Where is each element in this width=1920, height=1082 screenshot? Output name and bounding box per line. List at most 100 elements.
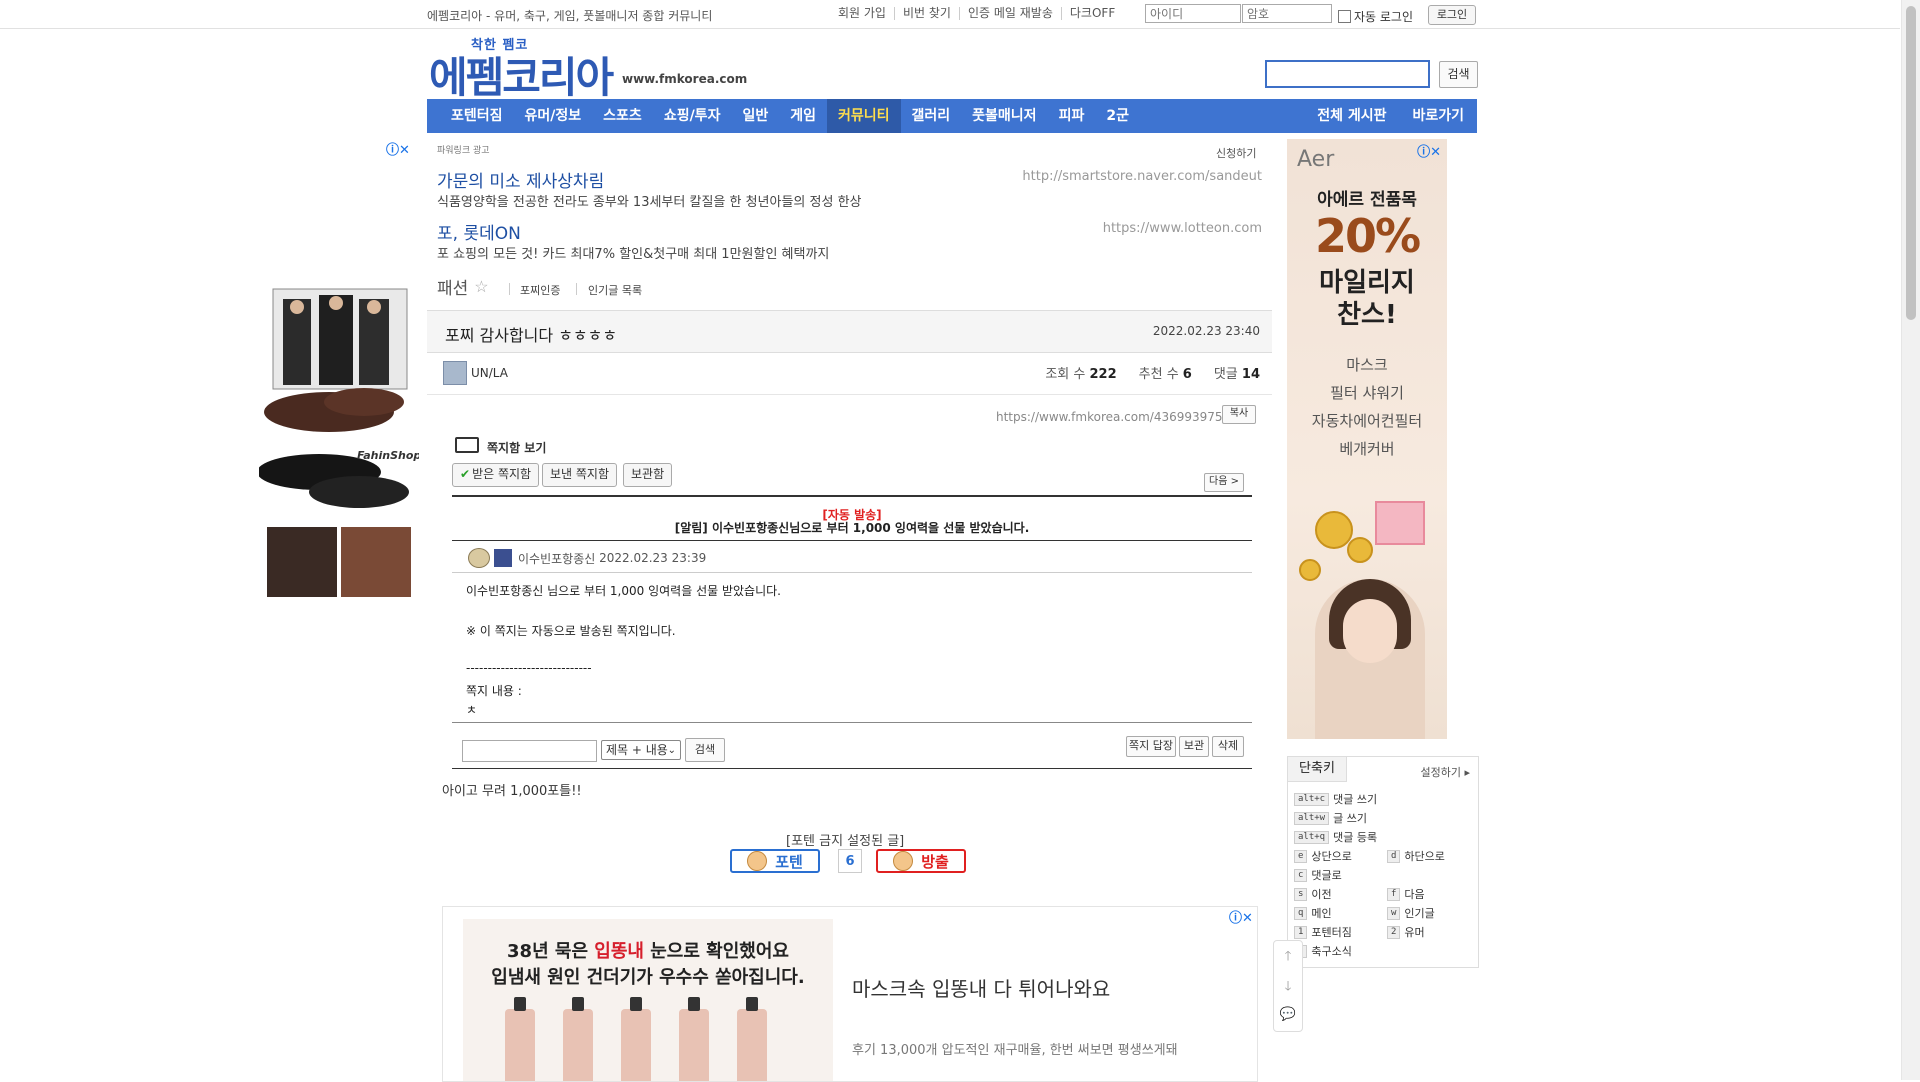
delete-mail-button[interactable]: 삭제 [1212, 736, 1244, 757]
right-banner-ad[interactable]: Aer ⓘ✕ 아에르 전품목 20% 마일리지 찬스! 마스크 필터 샤워기 자동… [1287, 139, 1447, 739]
ad-brand: Aer [1297, 147, 1335, 172]
shortcut-item: f 다음 [1387, 886, 1425, 902]
sender-level-icon [468, 548, 490, 568]
shortcut-item: d 하단으로 [1387, 848, 1445, 864]
page-scrollbar[interactable] [1901, 0, 1920, 1080]
views-stat: 조회 수 222 [1045, 363, 1116, 382]
mail-subject: [알림] 이수빈포항종신님으로 부터 1,000 잉여력을 선물 받았습니다. [674, 521, 1030, 535]
tab-sent-mail[interactable]: 보낸 쪽지함 [542, 463, 618, 487]
ad-info-icon[interactable]: ⓘ✕ [1229, 907, 1253, 926]
nav-item-second-team[interactable]: 2군 [1095, 99, 1140, 133]
release-vote-button[interactable]: 방출 [876, 849, 966, 873]
shortcut-item: w 인기글 [1387, 905, 1435, 921]
login-password-input[interactable] [1242, 4, 1332, 23]
arrow-down-icon[interactable]: 🡓 [1274, 977, 1302, 999]
right-ad-line2: 마일리지 찬스! [1319, 268, 1415, 330]
nav-item-sports[interactable]: 스포츠 [592, 99, 653, 133]
next-mail-button[interactable]: 다음 > [1204, 473, 1244, 492]
resend-auth-mail-link[interactable]: 인증 메일 재발송 [960, 7, 1062, 20]
comments-stat: 댓글 14 [1214, 363, 1260, 382]
comment-icon[interactable]: 💬 [1274, 1007, 1302, 1022]
copy-link-button[interactable]: 복사 [1222, 405, 1256, 424]
reply-mail-button[interactable]: 쪽지 답장 [1126, 736, 1176, 757]
ad-apply-link[interactable]: 신청하기 [1216, 145, 1256, 161]
board-link-popular[interactable]: 인기글 목록 [588, 282, 642, 298]
tab-received-mail[interactable]: ✔ 받은 쪽지함 [452, 463, 540, 487]
dark-mode-toggle[interactable]: 다크OFF [1062, 7, 1123, 20]
coin-icon [1347, 537, 1373, 563]
nav-item-humor[interactable]: 유머/정보 [514, 99, 593, 133]
envelope-icon [455, 437, 479, 453]
shortcuts-settings-link[interactable]: 설정하기 ▸ [1420, 764, 1470, 780]
nav-item-fifa[interactable]: 피파 [1048, 99, 1096, 133]
poten-label: 포텐 [775, 853, 803, 871]
text-ad-url[interactable]: http://smartstore.naver.com/sandeut [1000, 169, 1262, 184]
top-bar: 에펨코리아 - 유머, 축구, 게임, 풋볼매니저 종합 커뮤니티 회원 가입 … [0, 0, 1900, 29]
find-password-link[interactable]: 비번 찾기 [895, 7, 960, 20]
shortcut-item: alt+c 댓글 쓰기 [1294, 791, 1377, 807]
text-ad-url[interactable]: https://www.lotteon.com [1000, 221, 1262, 236]
nav-item-community[interactable]: 커뮤니티 [826, 99, 901, 133]
mail-body-line: ㅊ [466, 703, 478, 717]
bottom-ad-desc: 후기 13,000개 압도적인 재구매율, 한번 써보면 평생쓰게돼 [852, 1043, 1178, 1058]
shortcuts-title[interactable]: 단축키 [1288, 757, 1347, 782]
nav-item-game[interactable]: 게임 [779, 99, 827, 133]
bottom-banner-ad[interactable]: ⓘ✕ 38년 묵은 입똥내 눈으로 확인했어요 입냄새 원인 건더기가 우수수 … [442, 906, 1258, 1082]
mail-search-input[interactable] [462, 740, 597, 762]
board-name[interactable]: 패션 ☆ [437, 274, 489, 299]
checkbox-box[interactable] [1338, 10, 1351, 23]
nav-item-all-boards[interactable]: 전체 게시판 [1304, 99, 1399, 133]
login-id-input[interactable] [1145, 4, 1241, 23]
text-ad-title[interactable]: 포, 롯데ON [437, 219, 521, 244]
author-avatar[interactable] [443, 361, 467, 385]
bottom-ad-headline[interactable]: 마스크속 입똥내 다 튀어나와요 [852, 973, 1110, 1002]
text-ad-title[interactable]: 가문의 미소 제사상차림 [437, 167, 604, 192]
login-button[interactable]: 로그인 [1428, 5, 1476, 25]
mail-body-line: ※ 이 쪽지는 자동으로 발송된 쪽지입니다. [466, 624, 676, 638]
search-field-select[interactable]: 제목 + 내용 ⌄ [601, 740, 681, 760]
site-search-input[interactable] [1265, 60, 1430, 88]
nav-item-general[interactable]: 일반 [731, 99, 779, 133]
vote-count: 6 [838, 849, 862, 873]
bottle-image [737, 997, 767, 1081]
autologin-checkbox[interactable]: 자동 로그인 [1338, 8, 1413, 25]
post-date: 2022.02.23 23:40 [1152, 324, 1260, 338]
star-icon[interactable]: ☆ [474, 277, 488, 296]
bottom-ad-image[interactable]: 38년 묵은 입똥내 눈으로 확인했어요 입냄새 원인 건더기가 우수수 쏟아집… [463, 919, 833, 1081]
views-label: 조회 수 [1045, 367, 1086, 382]
ad-info-icon[interactable]: ⓘ✕ [386, 139, 410, 158]
save-mail-button[interactable]: 보관 [1179, 736, 1209, 757]
votes-count: 6 [1182, 367, 1192, 382]
sender-name[interactable]: 이수빈포항종신 [518, 550, 595, 567]
site-slogan: 에펨코리아 - 유머, 축구, 게임, 풋볼매니저 종합 커뮤니티 [427, 9, 713, 23]
board-link-verify[interactable]: 포찌인증 [520, 282, 560, 298]
nav-item-shopping[interactable]: 쇼핑/투자 [653, 99, 732, 133]
nav-item-gallery[interactable]: 갤러리 [901, 99, 962, 133]
comments-count: 14 [1241, 367, 1260, 382]
post-permalink[interactable]: https://www.fmkorea.com/4369939756 [996, 410, 1230, 424]
votes-label: 추천 수 [1138, 367, 1179, 382]
check-icon: ✔ [460, 467, 471, 481]
post-stats: 조회 수 222 추천 수 6 댓글 14 [1045, 363, 1260, 382]
arrow-up-icon[interactable]: 🡑 [1274, 947, 1302, 969]
right-ad-item: 베개커버 [1339, 440, 1395, 458]
signup-link[interactable]: 회원 가입 [838, 7, 895, 20]
mail-body-line: ----------------------------- [466, 661, 592, 675]
nav-item-poten[interactable]: 포텐터짐 [427, 99, 514, 133]
site-search-button[interactable]: 검색 [1439, 61, 1478, 88]
shortcut-item: alt+q 댓글 등록 [1294, 829, 1377, 845]
author-name[interactable]: UN/LA [471, 366, 508, 380]
mail-search-button[interactable]: 검색 [685, 738, 725, 762]
bottle-image [563, 997, 593, 1081]
coin-icon [1315, 511, 1353, 549]
nav-item-football-manager[interactable]: 풋볼매니저 [961, 99, 1047, 133]
tab-saved-mail[interactable]: 보관함 [623, 463, 673, 487]
ad-info-icon[interactable]: ⓘ✕ [1417, 141, 1441, 160]
poten-vote-button[interactable]: 포텐 [730, 849, 820, 873]
shoe-ad-image[interactable]: FahinShop [259, 287, 419, 602]
select-value: 제목 + 내용 [606, 743, 668, 757]
top-links: 회원 가입 비번 찾기 인증 메일 재발송 다크OFF [838, 7, 1123, 20]
scrollbar-thumb[interactable] [1906, 6, 1916, 320]
nav-item-shortcuts[interactable]: 바로가기 [1399, 99, 1477, 133]
text-ad-desc: 포 쇼핑의 모든 것! 카드 최대7% 할인&첫구매 최대 1만원할인 혜택까지 [437, 247, 830, 262]
